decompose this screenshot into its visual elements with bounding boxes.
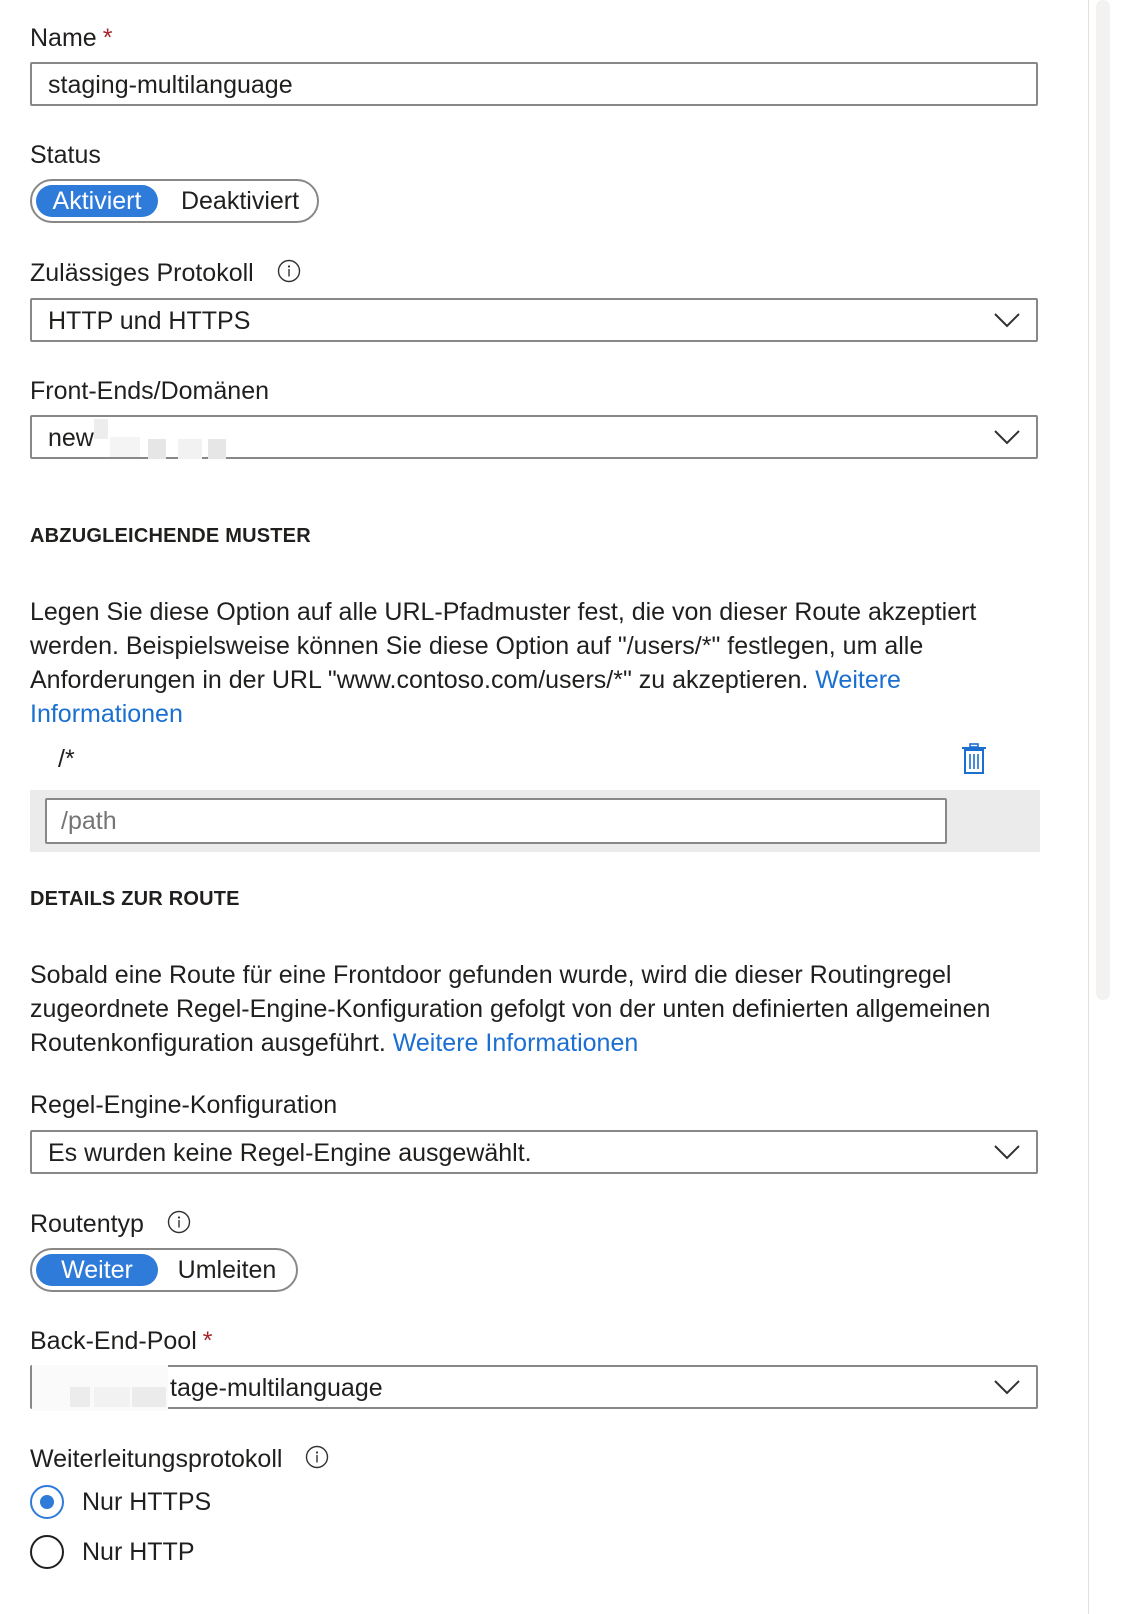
- route-type-option-weiter[interactable]: Weiter: [36, 1254, 158, 1286]
- protocol-label: Zulässiges Protokoll: [30, 258, 301, 288]
- name-input-value: staging-multilanguage: [48, 71, 293, 99]
- redacted-block: [94, 419, 108, 439]
- backend-pool-label: Back-End-Pool *: [30, 1326, 212, 1356]
- frontends-select[interactable]: new: [30, 415, 1038, 459]
- chevron-down-icon: [994, 1380, 1020, 1395]
- new-pattern-row: [30, 790, 1040, 852]
- backend-pool-select-value: tage-multilanguage: [170, 1374, 383, 1402]
- new-pattern-input[interactable]: [45, 798, 947, 844]
- protocol-label-text: Zulässiges Protokoll: [30, 259, 254, 287]
- patterns-description: Legen Sie diese Option auf alle URL-Pfad…: [30, 595, 1030, 731]
- radio-http-only-label[interactable]: Nur HTTP: [82, 1537, 195, 1567]
- patterns-heading: ABZUGLEICHENDE MUSTER: [30, 525, 311, 547]
- trash-icon[interactable]: [961, 743, 987, 775]
- chevron-down-icon: [994, 430, 1020, 445]
- route-type-label: Routentyp: [30, 1209, 191, 1239]
- status-option-aktiviert[interactable]: Aktiviert: [36, 185, 158, 217]
- redacted-block: [110, 437, 140, 457]
- route-type-option-umleiten[interactable]: Umleiten: [164, 1254, 290, 1286]
- info-icon[interactable]: [277, 259, 301, 283]
- routing-rule-form: Name * staging-multilanguage Status Aktiv…: [0, 0, 1140, 1614]
- radio-https-only-label[interactable]: Nur HTTPS: [82, 1487, 211, 1517]
- radio-https-only[interactable]: [30, 1485, 64, 1519]
- protocol-select[interactable]: HTTP und HTTPS: [30, 298, 1038, 342]
- rules-engine-label: Regel-Engine-Konfiguration: [30, 1091, 338, 1119]
- redacted-block: [208, 439, 226, 459]
- route-details-heading: DETAILS ZUR ROUTE: [30, 888, 240, 910]
- required-mark: *: [202, 1327, 213, 1355]
- name-input[interactable]: staging-multilanguage: [30, 62, 1038, 106]
- route-details-learn-more-link[interactable]: Weitere Informationen: [393, 1029, 639, 1057]
- name-label-text: Name: [30, 24, 97, 52]
- route-details-description: Sobald eine Route für eine Frontdoor gef…: [30, 958, 1030, 1060]
- name-label: Name *: [30, 23, 112, 53]
- status-option-deaktiviert[interactable]: Deaktiviert: [170, 185, 310, 217]
- forwarding-protocol-label: Weiterleitungsprotokoll: [30, 1444, 329, 1474]
- required-mark: *: [102, 24, 113, 52]
- rules-engine-select-value: Es wurden keine Regel-Engine ausgewählt.: [48, 1139, 532, 1167]
- redacted-block: [178, 439, 202, 459]
- redacted-block: [70, 1387, 90, 1407]
- redacted-block: [132, 1387, 166, 1407]
- backend-pool-select[interactable]: tage-multilanguage: [30, 1365, 1038, 1411]
- info-icon[interactable]: [167, 1210, 191, 1234]
- forwarding-protocol-label-text: Weiterleitungsprotokoll: [30, 1445, 283, 1473]
- route-type-toggle: Weiter Umleiten: [30, 1248, 298, 1292]
- rules-engine-select[interactable]: Es wurden keine Regel-Engine ausgewählt.: [30, 1130, 1038, 1174]
- info-icon[interactable]: [305, 1445, 329, 1469]
- route-type-label-text: Routentyp: [30, 1210, 144, 1238]
- protocol-select-value: HTTP und HTTPS: [48, 307, 251, 335]
- scrollbar-thumb[interactable]: [1096, 0, 1110, 1000]
- scrollbar-track: [1088, 0, 1089, 1614]
- status-label: Status: [30, 141, 101, 169]
- chevron-down-icon: [994, 1145, 1020, 1160]
- backend-pool-label-text: Back-End-Pool: [30, 1327, 197, 1355]
- pattern-item: /*: [58, 745, 75, 773]
- frontends-label: Front-Ends/Domänen: [30, 377, 270, 405]
- status-toggle: Aktiviert Deaktiviert: [30, 179, 319, 223]
- redacted-block: [94, 1387, 130, 1407]
- radio-http-only[interactable]: [30, 1535, 64, 1569]
- frontends-select-value: new: [48, 424, 94, 452]
- redacted-block: [148, 439, 166, 459]
- chevron-down-icon: [994, 313, 1020, 328]
